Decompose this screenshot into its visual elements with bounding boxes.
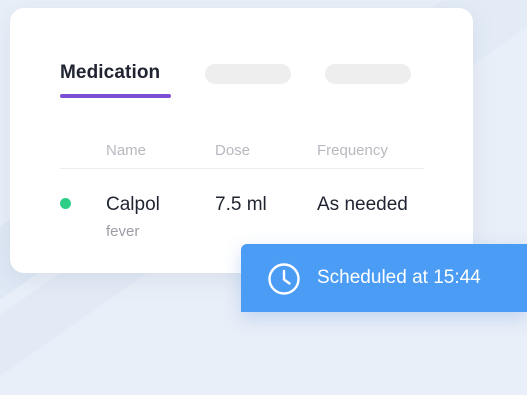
medication-dose: 7.5 ml	[215, 194, 267, 215]
medication-frequency: As needed	[317, 194, 408, 215]
column-header-name: Name	[106, 142, 147, 159]
tab-medication[interactable]: Medication	[60, 62, 160, 84]
table-header: Name Dose Frequency	[60, 132, 424, 169]
active-tab-indicator	[60, 94, 171, 98]
tab-placeholder[interactable]	[205, 64, 291, 84]
medication-card: Medication Name Dose Frequency Calpol fe…	[10, 8, 473, 273]
scheduled-toast: Scheduled at 15:44	[241, 244, 527, 312]
status-indicator	[60, 198, 71, 209]
medication-name: Calpol	[106, 194, 160, 215]
column-header-frequency: Frequency	[317, 142, 388, 159]
column-header-dose: Dose	[215, 142, 251, 159]
tab-placeholder[interactable]	[325, 64, 411, 84]
toast-message: Scheduled at 15:44	[317, 267, 481, 288]
medication-note: fever	[106, 223, 140, 240]
tab-bar: Medication	[60, 62, 440, 108]
clock-icon	[268, 263, 300, 295]
table-row[interactable]: Calpol fever 7.5 ml As needed	[60, 186, 424, 246]
